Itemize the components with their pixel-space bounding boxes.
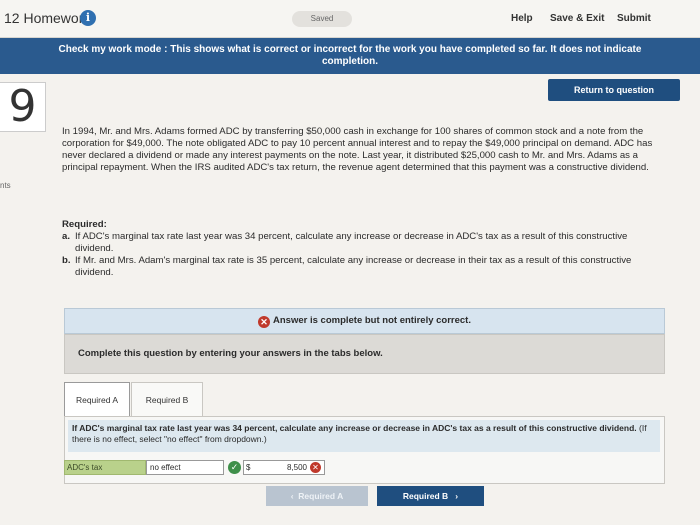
required-a-label: a.: [62, 231, 71, 242]
submit-link[interactable]: Submit: [617, 13, 651, 24]
tab-instruction-text: If ADC's marginal tax rate last year was…: [72, 423, 637, 433]
prev-button-label: Required A: [298, 491, 344, 501]
incorrect-icon: ✕: [258, 316, 271, 328]
answer-status-bar: ✕ Answer is complete but not entirely cor…: [64, 308, 665, 334]
top-bar: 12 Homework i Saved Help Save & Exit Sub…: [0, 0, 700, 38]
tab-required-b[interactable]: Required B: [131, 382, 203, 416]
tab-instruction: If ADC's marginal tax rate last year was…: [68, 420, 660, 452]
return-to-question-button[interactable]: Return to question: [548, 79, 680, 101]
required-b-label: b.: [62, 255, 71, 266]
complete-prompt: Complete this question by entering your …: [64, 334, 665, 374]
incorrect-amount-icon: ✕: [310, 462, 321, 473]
required-b-text: If Mr. and Mrs. Adam's marginal tax rate…: [75, 255, 632, 278]
next-required-b-button[interactable]: Required B ›: [377, 486, 484, 506]
correct-check-icon: ✓: [228, 461, 241, 474]
required-title: Required:: [62, 219, 107, 230]
prev-required-a-button[interactable]: ‹ Required A: [266, 486, 368, 506]
question-number: 9: [0, 82, 46, 132]
amount-input[interactable]: $ 8,500 ✕: [243, 460, 325, 475]
saved-status: Saved: [292, 11, 352, 27]
required-section: Required: a. If ADC's marginal tax rate …: [62, 219, 658, 279]
amount-value: 8,500: [286, 463, 307, 472]
question-text: In 1994, Mr. and Mrs. Adams formed ADC b…: [62, 126, 653, 173]
points-label: nts: [0, 181, 11, 190]
assignment-title: 12 Homework: [4, 10, 91, 26]
adc-tax-label: ADC's tax: [64, 460, 146, 475]
next-button-label: Required B: [402, 491, 449, 501]
required-item-a: a. If ADC's marginal tax rate last year …: [62, 231, 658, 255]
currency-symbol: $: [246, 463, 251, 472]
save-exit-link[interactable]: Save & Exit: [550, 13, 604, 24]
help-link[interactable]: Help: [511, 13, 533, 24]
tab-required-a[interactable]: Required A: [64, 382, 130, 416]
required-a-text: If ADC's marginal tax rate last year was…: [75, 231, 628, 254]
info-icon[interactable]: i: [80, 10, 96, 26]
required-item-b: b. If Mr. and Mrs. Adam's marginal tax r…: [62, 255, 658, 279]
check-work-banner: Check my work mode : This shows what is …: [0, 38, 700, 74]
effect-dropdown[interactable]: no effect: [146, 460, 224, 475]
answer-status-text: Answer is complete but not entirely corr…: [273, 315, 471, 326]
